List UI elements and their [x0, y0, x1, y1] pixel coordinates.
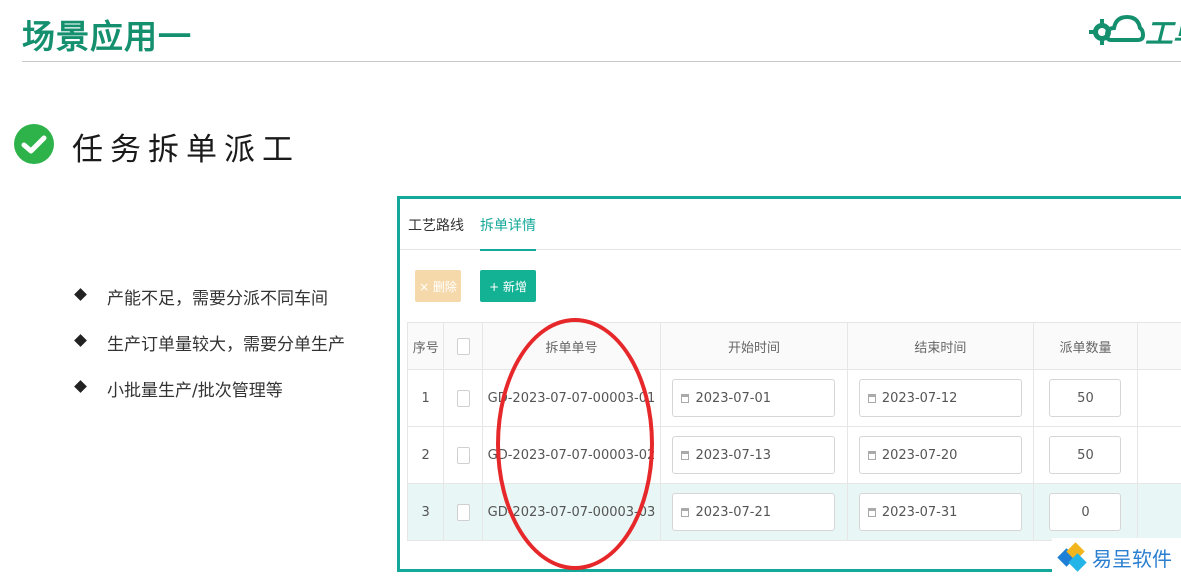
header-divider	[22, 61, 1181, 62]
col-header-extra	[1136, 322, 1181, 370]
table-row[interactable]: 2 GD-2023-07-07-00003-02 2023-07-13 2023…	[406, 426, 1181, 484]
split-order-table: 序号 拆单单号 开始时间 结束时间 派单数量 1 GD-2023-07-07-0…	[406, 322, 1181, 541]
row-checkbox[interactable]	[456, 446, 470, 464]
diamond-bullet-icon	[74, 288, 87, 301]
watermark-text: 易呈软件	[1092, 546, 1172, 571]
end-date-input[interactable]: 2023-07-20	[858, 436, 1022, 474]
col-header-order-no: 拆单单号	[481, 322, 662, 370]
col-header-qty: 派单数量	[1033, 322, 1138, 370]
watermark: 易呈软件	[1052, 538, 1181, 576]
table-row[interactable]: 1 GD-2023-07-07-00003-01 2023-07-01 2023…	[406, 369, 1181, 427]
diamond-bullet-icon	[74, 380, 87, 393]
row-order-no: GD-2023-07-07-00003-03	[481, 483, 662, 541]
row-index: 3	[406, 483, 445, 541]
row-order-no: GD-2023-07-07-00003-02	[481, 426, 662, 484]
col-header-start: 开始时间	[660, 322, 848, 370]
tab-bar: 工艺路线 拆单详情	[400, 199, 1181, 251]
row-checkbox[interactable]	[456, 389, 470, 407]
select-all-checkbox[interactable]	[456, 337, 470, 355]
calendar-icon	[681, 393, 690, 403]
page-title: 场景应用一	[22, 17, 192, 56]
calendar-icon	[681, 450, 690, 460]
qty-input[interactable]: 50	[1049, 436, 1122, 474]
qty-input[interactable]: 50	[1049, 379, 1122, 417]
row-checkbox[interactable]	[456, 503, 470, 521]
delete-button[interactable]: × 删除	[415, 270, 461, 302]
row-index: 2	[406, 426, 445, 484]
brand-logo: 工单	[1085, 8, 1181, 52]
calendar-icon	[867, 450, 876, 460]
list-item: 生产订单量较大，需要分单生产	[72, 330, 345, 376]
start-date-input[interactable]: 2023-07-21	[672, 493, 836, 531]
end-date-input[interactable]: 2023-07-31	[858, 493, 1022, 531]
calendar-icon	[867, 507, 876, 517]
list-item: 小批量生产/批次管理等	[72, 376, 345, 422]
gear-cloud-logo-icon	[1089, 14, 1145, 45]
calendar-icon	[681, 507, 690, 517]
table-row[interactable]: 3 GD-2023-07-07-00003-03 2023-07-21 2023…	[406, 483, 1181, 541]
col-header-select	[443, 322, 483, 370]
qty-input[interactable]: 0	[1049, 493, 1122, 531]
split-order-panel: 工艺路线 拆单详情 × 删除 + 新增 序号 拆单单号 开始时间 结束时间 派单…	[397, 196, 1181, 572]
end-date-input[interactable]: 2023-07-12	[858, 379, 1022, 417]
col-header-index: 序号	[406, 322, 445, 370]
start-date-input[interactable]: 2023-07-13	[672, 436, 836, 474]
tab-split-details[interactable]: 拆单详情	[480, 215, 536, 251]
list-item: 产能不足，需要分派不同车间	[72, 284, 345, 330]
col-header-end: 结束时间	[846, 322, 1035, 370]
bullet-list: 产能不足，需要分派不同车间 生产订单量较大，需要分单生产 小批量生产/批次管理等	[72, 284, 345, 422]
table-header-row: 序号 拆单单号 开始时间 结束时间 派单数量	[406, 322, 1181, 370]
row-index: 1	[406, 369, 445, 427]
yichen-logo-icon	[1057, 542, 1088, 572]
diamond-bullet-icon	[74, 334, 87, 347]
start-date-input[interactable]: 2023-07-01	[672, 379, 836, 417]
add-button[interactable]: + 新增	[480, 270, 536, 302]
section-title: 任务拆单派工	[72, 132, 300, 168]
tab-process-route[interactable]: 工艺路线	[408, 215, 464, 235]
logo-text: 工单	[1145, 17, 1181, 50]
check-circle-icon	[14, 124, 54, 164]
row-order-no: GD-2023-07-07-00003-01	[481, 369, 662, 427]
calendar-icon	[867, 393, 876, 403]
